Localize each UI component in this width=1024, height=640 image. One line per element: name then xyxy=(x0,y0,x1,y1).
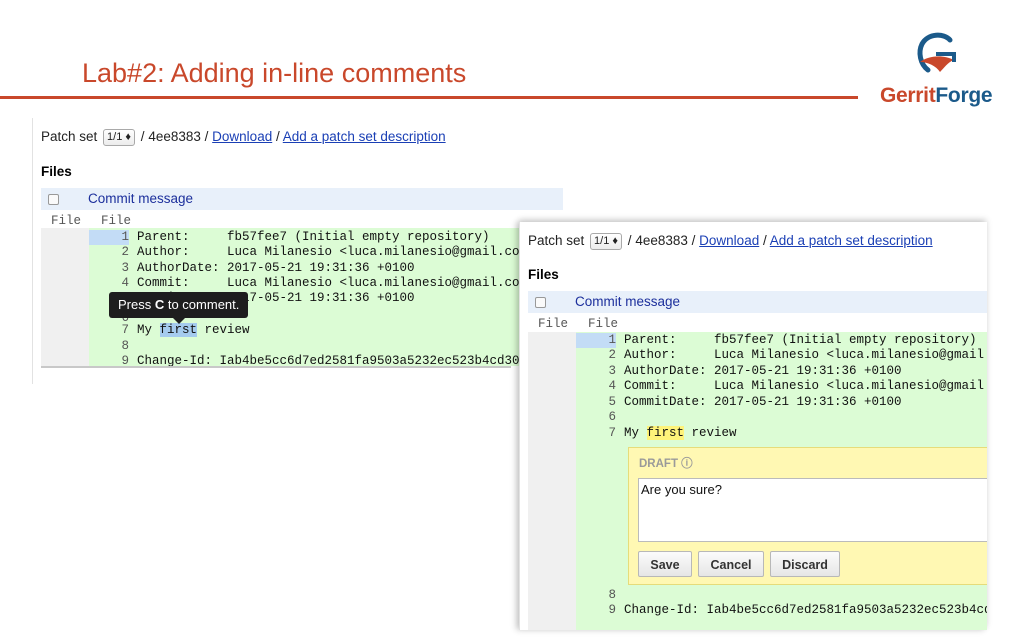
line-number[interactable]: 5 xyxy=(576,395,616,410)
patch-set-select[interactable]: 1/1 ♦ xyxy=(590,233,623,250)
line-number[interactable]: 8 xyxy=(576,588,616,603)
download-link[interactable]: Download xyxy=(212,129,272,144)
code-line[interactable]: 2 Author: Luca Milanesio <luca.milanesio@… xyxy=(89,245,535,260)
add-description-link[interactable]: Add a patch set description xyxy=(283,129,446,144)
code-line[interactable]: 8 xyxy=(89,339,137,354)
cancel-button[interactable]: Cancel xyxy=(698,551,764,577)
commit-message-row: Commit message xyxy=(41,188,563,210)
line-text: Change-Id: Iab4be5cc6d7ed2581fa9503a5232… xyxy=(624,603,987,617)
line-number[interactable]: 6 xyxy=(576,410,616,425)
logo-text-gerrit: Gerrit xyxy=(880,84,936,107)
comment-tooltip: Press C to comment. xyxy=(109,292,249,318)
draft-comment-box: DRAFT ⓘ Are you sure? Save Cancel Discar… xyxy=(628,447,987,585)
line-number[interactable]: 9 xyxy=(576,603,616,618)
save-button[interactable]: Save xyxy=(638,551,692,577)
line-number[interactable]: 1 xyxy=(89,230,129,245)
code-line[interactable]: 7 My first review xyxy=(89,323,250,338)
separator: / xyxy=(691,233,696,248)
file-column-header-b: File xyxy=(101,214,132,228)
line-text: AuthorDate: 2017-05-21 19:31:36 +0100 xyxy=(624,364,902,378)
line-text: review xyxy=(197,323,250,337)
line-text: review xyxy=(684,426,737,440)
discard-button[interactable]: Discard xyxy=(770,551,840,577)
slide-title: Lab#2: Adding in-line comments xyxy=(82,58,467,88)
separator: / xyxy=(275,129,280,144)
code-line[interactable]: 1 Parent: fb57fee7 (Initial empty reposit… xyxy=(89,230,490,245)
commit-id: 4ee8383 xyxy=(635,233,688,248)
line-text: Parent: fb57fee7 (Initial empty reposito… xyxy=(624,333,977,347)
commit-message-link[interactable]: Commit message xyxy=(88,188,193,210)
code-line[interactable]: 4 Commit: Luca Milanesio <luca.milanesio@… xyxy=(89,276,535,291)
line-text: My xyxy=(624,426,647,440)
line-number[interactable]: 1 xyxy=(576,333,616,348)
patch-set-select[interactable]: 1/1 ♦ xyxy=(103,129,136,146)
files-heading: Files xyxy=(41,164,72,179)
reviewed-checkbox[interactable] xyxy=(48,194,59,205)
line-text: AuthorDate: 2017-05-21 19:31:36 +0100 xyxy=(137,261,415,275)
line-number[interactable]: 7 xyxy=(576,426,616,441)
code-line[interactable]: 8 xyxy=(576,588,624,603)
tooltip-text: to comment. xyxy=(164,297,240,312)
separator: / xyxy=(204,129,209,144)
selected-word-highlight: first xyxy=(159,323,198,337)
line-number[interactable]: 2 xyxy=(576,348,616,363)
commit-id: 4ee8383 xyxy=(148,129,201,144)
left-screenshot-panel: Patch set 1/1 ♦ / 4ee8383 / Download / A… xyxy=(32,118,563,384)
gerritforge-logo-icon xyxy=(917,32,956,73)
left-side-gutter xyxy=(528,332,576,630)
tooltip-arrow xyxy=(173,318,185,324)
add-description-link[interactable]: Add a patch set description xyxy=(770,233,933,248)
line-number[interactable]: 3 xyxy=(89,261,129,276)
patch-set-bar: Patch set 1/1 ♦ / 4ee8383 / Download / A… xyxy=(41,129,446,146)
line-text: Author: Luca Milanesio <luca.milanesio@g… xyxy=(624,348,987,362)
code-line[interactable]: 2 Author: Luca Milanesio <luca.milanesio@… xyxy=(576,348,987,363)
file-column-header-b: File xyxy=(588,317,619,331)
file-column-header-a: File xyxy=(538,317,569,331)
horizontal-scrollbar[interactable] xyxy=(41,366,511,368)
selected-word-highlight: first xyxy=(646,426,685,440)
code-line[interactable]: 1 Parent: fb57fee7 (Initial empty reposit… xyxy=(576,333,977,348)
line-number[interactable]: 4 xyxy=(89,276,129,291)
code-line[interactable]: 7 My first review xyxy=(576,426,737,441)
left-side-gutter xyxy=(41,228,89,366)
line-text: Author: Luca Milanesio <luca.milanesio@g… xyxy=(137,245,535,259)
code-line[interactable]: 4 Commit: Luca Milanesio <luca.milanesio@… xyxy=(576,379,987,394)
patch-set-bar: Patch set 1/1 ♦ / 4ee8383 / Download / A… xyxy=(528,233,933,250)
gerritforge-logo: GerritForge xyxy=(876,32,993,112)
code-line[interactable]: 3 AuthorDate: 2017-05-21 19:31:36 +0100 xyxy=(576,364,902,379)
patch-set-label: Patch set xyxy=(41,129,98,144)
tooltip-key: C xyxy=(154,297,165,312)
commit-message-row: Commit message xyxy=(528,291,987,313)
line-number[interactable]: 8 xyxy=(89,339,129,354)
tooltip-text: Press xyxy=(118,297,155,312)
line-number[interactable]: 4 xyxy=(576,379,616,394)
files-heading: Files xyxy=(528,267,559,282)
download-link[interactable]: Download xyxy=(699,233,759,248)
commit-message-link[interactable]: Commit message xyxy=(575,291,680,313)
line-number[interactable]: 3 xyxy=(576,364,616,379)
line-text: Commit: Luca Milanesio <luca.milanesio@g… xyxy=(137,276,535,290)
separator: / xyxy=(762,233,767,248)
line-text: CommitDate: 2017-05-21 19:31:36 +0100 xyxy=(624,395,902,409)
code-line[interactable]: 3 AuthorDate: 2017-05-21 19:31:36 +0100 xyxy=(89,261,415,276)
reviewed-checkbox[interactable] xyxy=(535,297,546,308)
line-number[interactable]: 7 xyxy=(89,323,129,338)
line-number[interactable]: 2 xyxy=(89,245,129,260)
logo-text: GerritForge xyxy=(880,84,993,108)
separator: / xyxy=(140,129,145,144)
file-column-header-a: File xyxy=(51,214,82,228)
title-rule xyxy=(0,96,858,99)
code-line[interactable]: 6 xyxy=(576,410,624,425)
code-line[interactable]: 9 Change-Id: Iab4be5cc6d7ed2581fa9503a523… xyxy=(576,603,987,618)
logo-text-forge: Forge xyxy=(935,84,993,107)
line-text: Parent: fb57fee7 (Initial empty reposito… xyxy=(137,230,490,244)
patch-set-label: Patch set xyxy=(528,233,585,248)
line-text: Commit: Luca Milanesio <luca.milanesio@g… xyxy=(624,379,987,393)
code-line[interactable]: 5 CommitDate: 2017-05-21 19:31:36 +0100 xyxy=(576,395,902,410)
draft-label: DRAFT ⓘ xyxy=(639,458,693,470)
comment-textarea[interactable]: Are you sure? xyxy=(638,478,987,542)
line-text: My xyxy=(137,323,160,337)
right-screenshot-panel: Patch set 1/1 ♦ / 4ee8383 / Download / A… xyxy=(519,222,987,630)
separator: / xyxy=(627,233,632,248)
